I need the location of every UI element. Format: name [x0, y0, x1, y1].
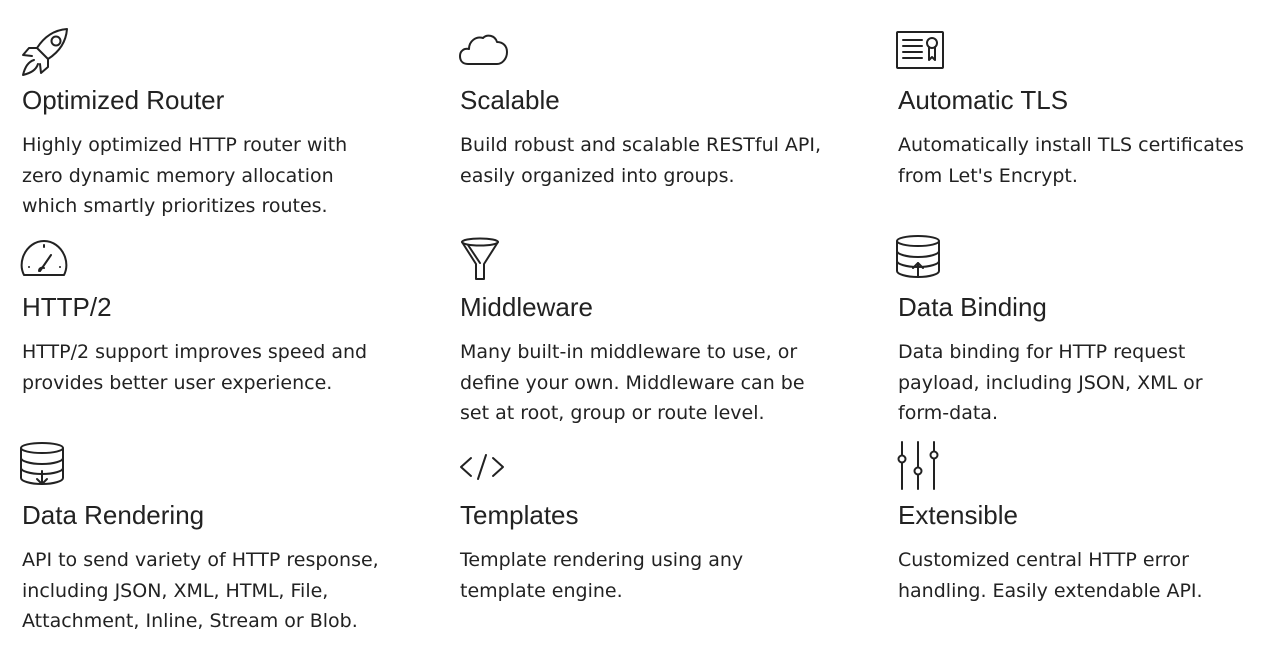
feature-description: Data binding for HTTP request payload, i… [898, 341, 1203, 424]
feature-description: Automatically install TLS certificates f… [898, 134, 1244, 187]
feature-title: Data Rendering [22, 500, 205, 530]
database-download-icon [20, 441, 78, 495]
feature-description: API to send variety of HTTP response, in… [22, 549, 379, 632]
feature-http2: HTTP/2 HTTP/2 support improves speed and… [20, 233, 422, 394]
feature-description: Many built-in middleware to use, or defi… [460, 341, 805, 424]
feature-scalable: Scalable Build robust and scalable RESTf… [459, 26, 860, 187]
feature-title: Optimized Router [22, 85, 225, 115]
feature-data-binding: Data Binding Data binding for HTTP reque… [896, 233, 1280, 424]
feature-middleware: Middleware Many built-in middleware to u… [460, 233, 860, 424]
feature-description: HTTP/2 support improves speed and provid… [22, 341, 368, 394]
sliders-icon [897, 441, 954, 495]
rocket-icon [22, 26, 78, 80]
speedometer-icon [20, 233, 78, 287]
feature-title: Automatic TLS [898, 85, 1069, 115]
feature-title: Data Binding [898, 292, 1047, 322]
funnel-icon [460, 233, 516, 287]
cloud-icon [459, 26, 516, 80]
feature-templates: Templates Template rendering using any t… [460, 441, 860, 602]
feature-title: Scalable [460, 85, 560, 115]
feature-extensible: Extensible Customized central HTTP error… [897, 441, 1280, 602]
feature-description: Customized central HTTP error handling. … [898, 549, 1203, 602]
code-icon [460, 441, 516, 495]
feature-description: Template rendering using any template en… [460, 549, 744, 602]
feature-title: Extensible [898, 500, 1018, 530]
feature-title: Templates [460, 500, 579, 530]
feature-optimized-router: Optimized Router Highly optimized HTTP r… [22, 26, 422, 217]
feature-data-rendering: Data Rendering API to send variety of HT… [20, 441, 422, 632]
feature-title: Middleware [460, 292, 593, 322]
certificate-icon [896, 26, 954, 80]
database-upload-icon [896, 233, 954, 287]
feature-automatic-tls: Automatic TLS Automatically install TLS … [896, 26, 1280, 187]
feature-title: HTTP/2 [22, 292, 112, 322]
feature-description: Highly optimized HTTP router with zero d… [22, 134, 348, 217]
feature-description: Build robust and scalable RESTful API, e… [460, 134, 822, 187]
